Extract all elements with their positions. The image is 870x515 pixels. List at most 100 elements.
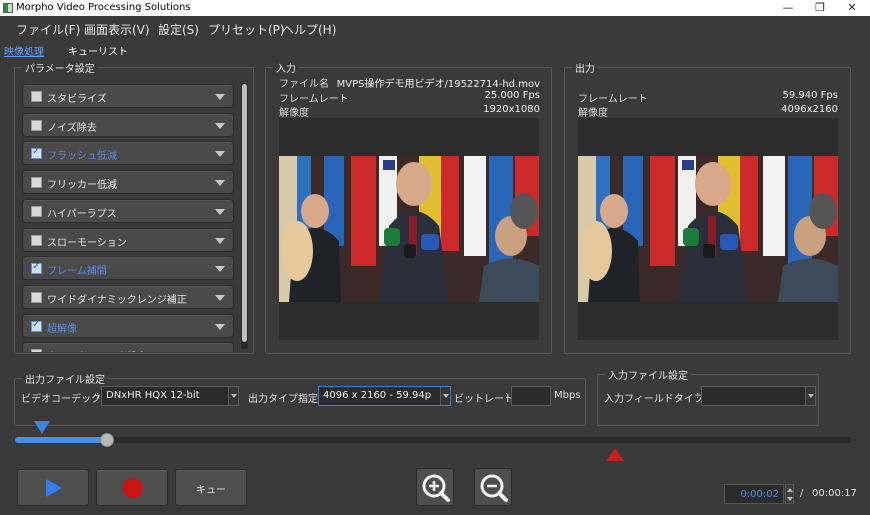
chevron-down-icon: [440, 387, 450, 405]
parameter-checkbox[interactable]: [31, 292, 42, 303]
bitrate-input[interactable]: [511, 386, 551, 406]
input-filename-label: ファイル名: [279, 79, 329, 90]
parameter-item[interactable]: スローモーション: [22, 228, 234, 252]
record-button[interactable]: [96, 469, 168, 506]
menu-bar: ファイル(F) 画面表示(V) 設定(S) プリセット(P) ヘルプ(H): [0, 16, 870, 38]
parameter-checkbox[interactable]: [31, 235, 42, 246]
parameter-label: ノイズ除去: [47, 123, 97, 134]
input-group-title: 入力: [273, 60, 299, 75]
timeline-track[interactable]: [15, 437, 852, 443]
close-button[interactable]: ✕: [832, 0, 870, 16]
zoom-in-icon: [422, 474, 450, 502]
expand-arrow-icon[interactable]: [215, 238, 225, 244]
title-bar: Morpho Video Processing Solutions — ❐ ✕: [0, 0, 870, 16]
codec-select[interactable]: DNxHR HQX 12-bit: [101, 386, 239, 406]
parameter-item[interactable]: フラッシュ低減: [22, 141, 234, 165]
output-resolution-label: 解像度: [578, 108, 608, 119]
output-framerate-label: フレームレート: [578, 94, 648, 105]
parameter-label: スタビライズ: [47, 94, 107, 105]
play-icon: [46, 479, 62, 497]
spin-up-icon[interactable]: [787, 488, 793, 492]
zoom-out-icon: [480, 474, 508, 502]
output-video-preview: [578, 118, 838, 340]
bitrate-unit: Mbps: [554, 390, 581, 401]
play-button[interactable]: [17, 469, 89, 506]
parameter-checkbox[interactable]: [31, 349, 42, 352]
input-video-frame: [279, 156, 539, 302]
menu-preset[interactable]: プリセット(P): [208, 21, 285, 38]
in-point-marker[interactable]: [34, 421, 50, 434]
menu-help[interactable]: ヘルプ(H): [282, 21, 336, 38]
codec-label: ビデオコーデック: [21, 394, 101, 405]
parameter-label: フリッカー低減: [47, 180, 117, 191]
current-time-value: 0:00:02: [740, 489, 779, 500]
output-group-title: 出力: [572, 60, 598, 75]
input-file-settings-title: 入力ファイル設定: [605, 367, 691, 382]
tab-queue[interactable]: キューリスト: [68, 43, 128, 58]
parameter-label: ウォーターマーク設定: [47, 348, 147, 352]
current-time-input[interactable]: 0:00:02: [724, 484, 784, 504]
parameter-checkbox[interactable]: [31, 146, 42, 159]
input-field-colon: :: [696, 390, 700, 401]
output-file-settings-title: 出力ファイル設定: [22, 371, 108, 386]
chevron-down-icon: [805, 387, 815, 405]
expand-arrow-icon[interactable]: [215, 295, 225, 301]
app-logo-icon: [3, 3, 13, 13]
parameter-item[interactable]: ワイドダイナミックレンジ補正: [22, 285, 234, 309]
parameter-item[interactable]: ハイパーラプス: [22, 199, 234, 223]
parameter-checkbox[interactable]: [31, 91, 42, 102]
expand-arrow-icon[interactable]: [215, 324, 225, 330]
input-video-preview: [279, 118, 539, 340]
queue-button[interactable]: キュー: [175, 469, 247, 506]
parameter-item[interactable]: フリッカー低減: [22, 170, 234, 194]
expand-arrow-icon[interactable]: [215, 209, 225, 215]
timeline-handle[interactable]: [100, 433, 114, 447]
input-resolution-value: 1920x1080: [483, 104, 540, 115]
window-title: Morpho Video Processing Solutions: [16, 2, 191, 13]
parameter-checkbox[interactable]: [31, 319, 42, 332]
menu-settings[interactable]: 設定(S): [158, 21, 199, 38]
parameter-list-viewport: スタビライズノイズ除去フラッシュ低減フリッカー低減ハイパーラプススローモーション…: [15, 67, 253, 352]
output-type-value: 4096 x 2160 - 59.94p: [323, 390, 432, 401]
parameter-label: ハイパーラプス: [47, 209, 117, 220]
parameter-checkbox[interactable]: [31, 120, 42, 131]
codec-colon: :: [96, 390, 100, 401]
expand-arrow-icon[interactable]: [215, 266, 225, 272]
input-filename-value: MVPS操作デモ用ビデオ/19522714-hd.mov: [336, 79, 540, 90]
parameter-checkbox[interactable]: [31, 261, 42, 274]
output-type-select[interactable]: 4096 x 2160 - 59.94p: [318, 386, 451, 406]
out-point-marker[interactable]: [606, 448, 624, 461]
parameter-label: スローモーション: [47, 238, 127, 249]
expand-arrow-icon[interactable]: [215, 151, 225, 157]
output-framerate-value: 59.940 Fps: [782, 90, 838, 101]
parameter-item[interactable]: フレーム補間: [22, 256, 234, 280]
parameter-item[interactable]: ウォーターマーク設定: [22, 342, 234, 352]
expand-arrow-icon[interactable]: [215, 123, 225, 129]
input-field-type-select[interactable]: [701, 386, 816, 406]
parameter-label: ワイドダイナミックレンジ補正: [47, 295, 187, 306]
spin-down-icon[interactable]: [787, 497, 793, 501]
parameter-scrollbar[interactable]: [241, 83, 248, 349]
parameter-item[interactable]: ノイズ除去: [22, 113, 234, 137]
output-video-frame: [578, 156, 838, 302]
zoom-out-button[interactable]: [474, 468, 512, 506]
chevron-down-icon: [228, 387, 238, 405]
parameter-item[interactable]: スタビライズ: [22, 84, 234, 108]
expand-arrow-icon[interactable]: [215, 94, 225, 100]
parameter-checkbox[interactable]: [31, 177, 42, 188]
time-spinner[interactable]: [785, 484, 794, 504]
zoom-in-button[interactable]: [416, 468, 454, 506]
scrollbar-thumb[interactable]: [242, 84, 247, 342]
tab-processing[interactable]: 映像処理: [4, 43, 44, 58]
parameter-checkbox[interactable]: [31, 206, 42, 217]
parameter-label: 超解像: [47, 324, 77, 335]
parameter-item[interactable]: 超解像: [22, 314, 234, 338]
output-resolution-value: 4096x2160: [781, 104, 838, 115]
input-framerate-label: フレームレート: [279, 94, 349, 105]
record-icon: [123, 478, 143, 498]
menu-file[interactable]: ファイル(F): [16, 21, 80, 38]
menu-view[interactable]: 画面表示(V): [84, 21, 150, 38]
total-time: 00:00:17: [812, 488, 857, 499]
bitrate-colon: :: [505, 390, 509, 401]
expand-arrow-icon[interactable]: [215, 180, 225, 186]
